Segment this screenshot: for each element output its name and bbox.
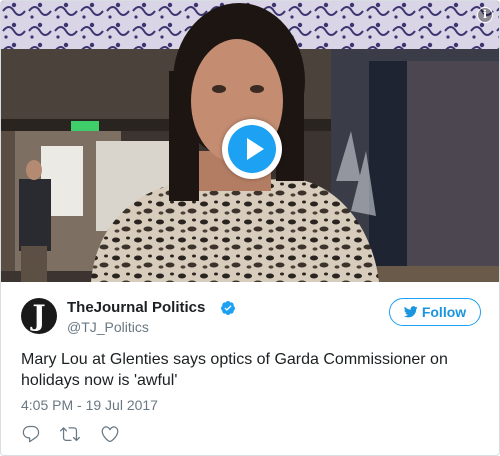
reply-icon[interactable] <box>21 424 41 444</box>
tweet-embed-card[interactable]: i J TheJournal Politics @TJ_Politics Fol… <box>0 0 500 456</box>
author-handle[interactable]: @TJ_Politics <box>67 319 149 335</box>
tweet-header: J TheJournal Politics @TJ_Politics Follo… <box>21 298 481 338</box>
tweet-text: Mary Lou at Glenties says optics of Gard… <box>21 351 448 389</box>
tweet-timestamp[interactable]: 4:05 PM - 19 Jul 2017 <box>21 397 158 413</box>
retweet-icon[interactable] <box>60 424 80 444</box>
follow-label: Follow <box>421 304 467 320</box>
verified-badge-icon <box>220 301 235 315</box>
play-button[interactable] <box>222 119 282 179</box>
follow-button[interactable]: Follow <box>389 298 481 326</box>
video-thumbnail[interactable]: i <box>1 1 499 282</box>
play-icon <box>228 125 276 173</box>
author-display-name[interactable]: TheJournal Politics <box>67 299 205 316</box>
like-icon[interactable] <box>100 424 120 444</box>
info-icon[interactable]: i <box>477 7 493 23</box>
twitter-bird-icon <box>403 306 418 318</box>
avatar[interactable]: J <box>21 298 57 334</box>
